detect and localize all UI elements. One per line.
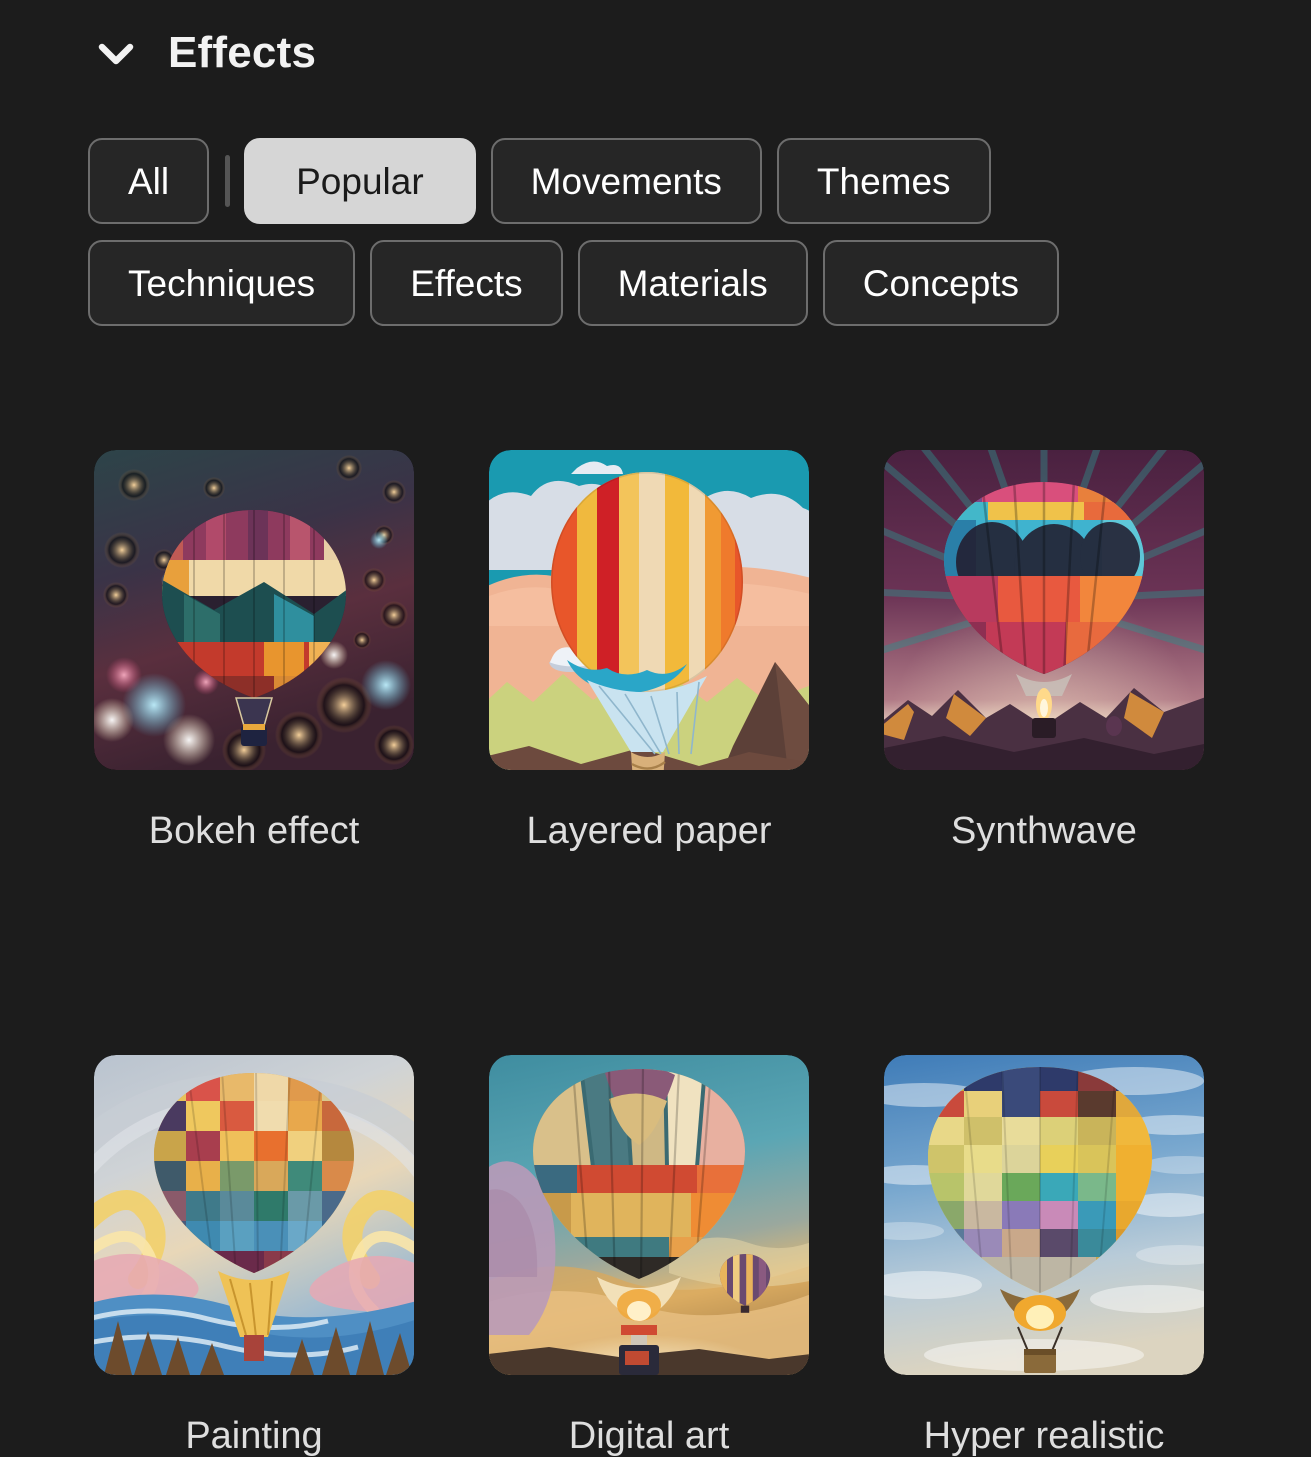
style-card-synthwave[interactable]: Synthwave [884,450,1204,850]
filter-chip-effects[interactable]: Effects [370,240,563,326]
filter-chip-row-2: Techniques Effects Materials Concepts [88,238,1228,328]
style-card-label: Painting [185,1415,323,1457]
filter-chip-group: All Popular Movements Themes Techniques … [88,136,1228,340]
style-preset-grid: Bokeh effect Layered paper Synthwave Pai… [94,450,1214,1455]
hot-air-balloon-photograph-thumbnail[interactable] [884,1055,1204,1375]
filter-chip-concepts[interactable]: Concepts [822,240,1060,326]
style-card-bokeh-effect[interactable]: Bokeh effect [94,450,414,850]
filter-chip-themes[interactable]: Themes [776,138,991,224]
filter-chip-movements[interactable]: Movements [490,138,762,224]
hot-air-balloon-paper-craft-thumbnail[interactable] [489,450,809,770]
page-title: Effects [168,28,317,77]
filter-chip-all[interactable]: All [88,138,210,224]
effects-panel-header[interactable]: Effects [88,18,316,88]
style-card-digital-art[interactable]: Digital art [489,1055,809,1455]
hot-air-balloon-impressionist-painting-thumbnail[interactable] [94,1055,414,1375]
style-card-hyper-realistic[interactable]: Hyper realistic [884,1055,1204,1455]
chevron-down-icon[interactable] [88,25,144,81]
filter-chip-techniques[interactable]: Techniques [88,240,356,326]
hot-air-balloon-synthwave-thumbnail[interactable] [884,450,1204,770]
style-card-label: Hyper realistic [923,1415,1165,1457]
style-card-painting[interactable]: Painting [94,1055,414,1455]
hot-air-balloon-digital-art-thumbnail[interactable] [489,1055,809,1375]
style-card-label: Bokeh effect [148,810,360,852]
filter-chip-row-1: All Popular Movements Themes [88,136,1228,226]
style-card-label: Layered paper [526,810,772,852]
style-card-label: Synthwave [951,810,1137,852]
filter-chip-materials[interactable]: Materials [577,240,808,326]
filter-chip-popular[interactable]: Popular [244,138,476,224]
filter-divider [225,155,231,207]
style-card-label: Digital art [568,1415,730,1457]
style-card-layered-paper[interactable]: Layered paper [489,450,809,850]
hot-air-balloon-bokeh-thumbnail[interactable] [94,450,414,770]
